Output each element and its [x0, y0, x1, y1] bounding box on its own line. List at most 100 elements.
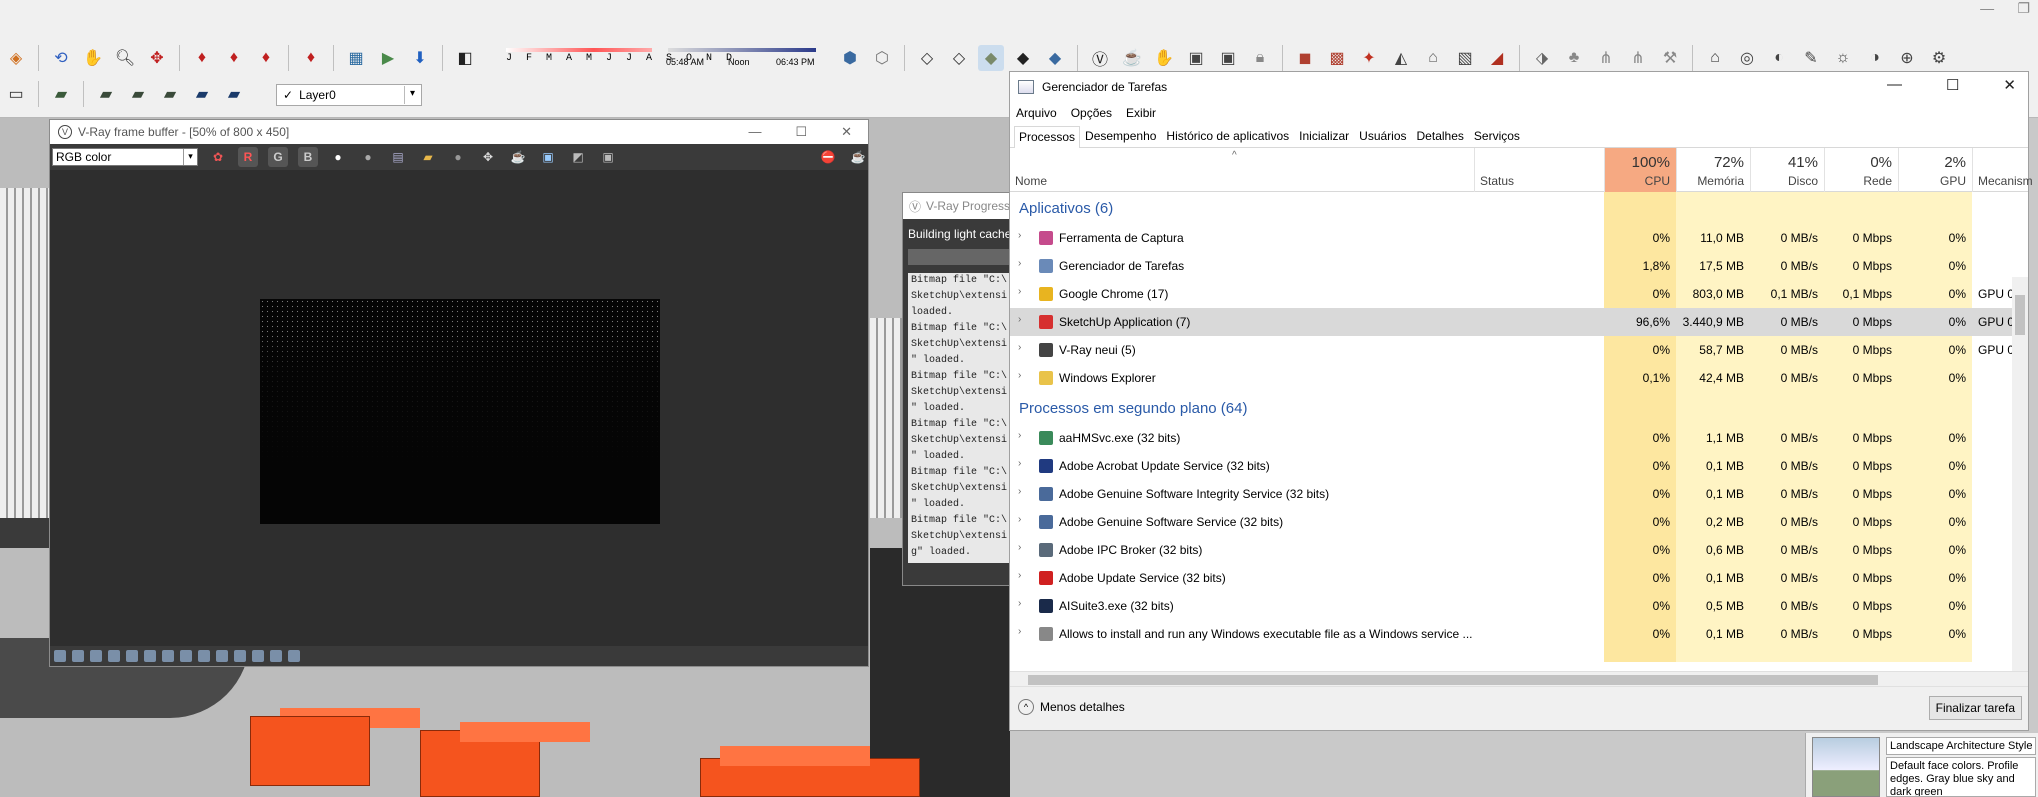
back-edges-icon[interactable]: ⬡ [869, 45, 895, 71]
end-task-button[interactable]: Finalizar tarefa [1928, 696, 2022, 720]
column-gpu[interactable]: 2% GPU [1898, 148, 1972, 192]
tab-detalhes[interactable]: Detalhes [1412, 125, 1469, 147]
tm-titlebar[interactable]: Gerenciador de Tarefas [1010, 72, 2028, 102]
process-row[interactable]: › Adobe Acrobat Update Service (32 bits) 0… [1010, 452, 2028, 480]
expand-chevron-icon[interactable]: › [1018, 430, 1021, 441]
process-row[interactable]: › Windows Explorer 0,1% 42,4 MB 0 MB/s 0 Mbps… [1010, 364, 2028, 392]
process-row[interactable]: › Adobe IPC Broker (32 bits) 0% 0,6 MB 0 MB/… [1010, 536, 2028, 564]
paint-icon[interactable]: ◈ [3, 45, 29, 71]
red-channel-button[interactable]: R [238, 147, 258, 167]
layers4-icon[interactable]: ▰ [189, 81, 215, 107]
curve-icon[interactable] [144, 650, 156, 662]
close-icon[interactable]: ✕ [841, 124, 852, 140]
position-camera-icon[interactable]: ◎ [1734, 45, 1760, 71]
layout-icon[interactable]: ▦ [343, 45, 369, 71]
tab-inicializar[interactable]: Inicializar [1294, 125, 1354, 147]
chevron-down-icon[interactable]: ▾ [183, 149, 197, 165]
warehouse-icon[interactable]: ▭ [3, 81, 29, 107]
process-row[interactable]: › SketchUp Application (7) 96,6% 3.440,9 MB… [1010, 308, 2028, 336]
balance-icon[interactable] [162, 650, 174, 662]
column-rede[interactable]: 0% Rede [1824, 148, 1898, 192]
v-split-icon[interactable] [270, 650, 282, 662]
less-details-button[interactable]: ^ Menos detalhes [1018, 699, 1125, 715]
layers5-icon[interactable]: ▰ [221, 81, 247, 107]
expand-chevron-icon[interactable]: › [1018, 626, 1021, 637]
vray-options-icon[interactable]: ▣ [1215, 45, 1241, 71]
tab-historico[interactable]: Histórico de aplicativos [1161, 125, 1294, 147]
grass2-icon[interactable]: ⋔ [1625, 45, 1651, 71]
history-icon[interactable]: ▣ [598, 147, 618, 167]
process-row[interactable]: › Adobe Update Service (32 bits) 0% 0,1 MB 0… [1010, 564, 2028, 592]
channel-select[interactable]: RGB color ▾ [52, 148, 198, 166]
vray-progress-titlebar[interactable]: Ⓥ V-Ray Progress [903, 193, 1021, 219]
vray-render-icon[interactable]: Ⓥ [1087, 45, 1113, 71]
process-row[interactable]: › AISuite3.exe (32 bits) 0% 0,5 MB 0 MB/s 0 M… [1010, 592, 2028, 620]
lens-fx-icon[interactable] [234, 650, 246, 662]
green-channel-button[interactable]: G [268, 147, 288, 167]
style-name-field[interactable]: Landscape Architecture Style [1886, 737, 2036, 755]
teapot-icon[interactable]: ☕ [508, 147, 528, 167]
expand-chevron-icon[interactable]: › [1018, 286, 1021, 297]
save-icon[interactable]: ▤ [388, 147, 408, 167]
sun-icon[interactable]: ☼ [1830, 45, 1856, 71]
tree-icon[interactable]: ♣ [1561, 45, 1587, 71]
fur-icon[interactable]: ◢ [1484, 45, 1510, 71]
expand-chevron-icon[interactable]: › [1018, 458, 1021, 469]
process-row[interactable]: › Allows to install and run any Windows e… [1010, 620, 2028, 648]
shadow-time-slider[interactable] [668, 48, 816, 52]
tab-servicos[interactable]: Serviços [1469, 125, 1525, 147]
color-channels-icon[interactable]: ✿ [208, 147, 228, 167]
style-thumbnail[interactable] [1812, 737, 1880, 797]
process-row[interactable]: › Adobe Genuine Software Integrity Servic… [1010, 480, 2028, 508]
white-circle-icon[interactable]: ● [328, 147, 348, 167]
shadows-icon[interactable]: ◧ [452, 45, 478, 71]
column-disco[interactable]: 41% Disco [1750, 148, 1824, 192]
zoom-extents-icon[interactable]: ✥ [144, 45, 170, 71]
vray-interactive-icon[interactable]: ☕ [1119, 45, 1145, 71]
process-row[interactable]: › Gerenciador de Tarefas 1,8% 17,5 MB 0 MB/s… [1010, 252, 2028, 280]
minimize-icon[interactable]: — [748, 124, 761, 140]
look-around-icon[interactable]: ◐ [1766, 45, 1792, 71]
ruby-share-icon[interactable]: ♦ [253, 45, 279, 71]
horizontal-scroll-thumb[interactable] [1028, 675, 1878, 685]
extension-warehouse-icon[interactable]: ♦ [298, 45, 324, 71]
vray-lock-icon[interactable]: 🔒︎ [1247, 45, 1273, 71]
walk-icon[interactable]: ✎ [1798, 45, 1824, 71]
maximize-icon[interactable]: ☐ [1946, 76, 1959, 94]
lut-icon[interactable] [108, 650, 120, 662]
folder-icon[interactable]: ▰ [418, 147, 438, 167]
blue-channel-button[interactable]: B [298, 147, 318, 167]
expand-chevron-icon[interactable]: › [1018, 542, 1021, 553]
section-icon[interactable]: ⬗ [1529, 45, 1555, 71]
shaded-icon[interactable]: ◆ [978, 45, 1004, 71]
light-dome-icon[interactable]: ⌂ [1420, 45, 1446, 71]
process-row[interactable]: › Adobe Genuine Software Service (32 bits… [1010, 508, 2028, 536]
gray-circle-icon[interactable]: ● [358, 147, 378, 167]
export-icon[interactable]: ▶ [375, 45, 401, 71]
process-row[interactable]: › V-Ray neui (5) 0% 58,7 MB 0 MB/s 0 Mbps 0% GP… [1010, 336, 2028, 364]
expand-chevron-icon[interactable]: › [1018, 514, 1021, 525]
expand-chevron-icon[interactable]: › [1018, 342, 1021, 353]
vertical-scrollbar[interactable] [2012, 277, 2028, 671]
layer-select[interactable]: ✓ Layer0 ▾ [276, 84, 422, 106]
tab-usuarios[interactable]: Usuários [1354, 125, 1411, 147]
minimize-icon[interactable]: — [1887, 76, 1902, 94]
track-mouse-icon[interactable]: ✥ [478, 147, 498, 167]
textured-icon[interactable]: ◆ [1010, 45, 1036, 71]
vray-vfb-icon[interactable]: ▣ [1183, 45, 1209, 71]
sphere-icon[interactable]: ◑ [1862, 45, 1888, 71]
process-row[interactable]: › Google Chrome (17) 0% 803,0 MB 0,1 MB/s 0,1… [1010, 280, 2028, 308]
download-icon[interactable]: ⬇ [407, 45, 433, 71]
expand-chevron-icon[interactable]: › [1018, 486, 1021, 497]
pixel-info-icon[interactable]: ◩ [568, 147, 588, 167]
menu-exibir[interactable]: Exibir [1126, 106, 1156, 120]
tab-desempenho[interactable]: Desempenho [1080, 125, 1161, 147]
expand-chevron-icon[interactable]: › [1018, 598, 1021, 609]
settings-icon[interactable]: ⚙ [1926, 45, 1952, 71]
pan-icon[interactable]: ✋ [80, 45, 106, 71]
xray-icon[interactable]: ⬢ [837, 45, 863, 71]
expand-chevron-icon[interactable]: › [1018, 370, 1021, 381]
render-teapot-icon[interactable]: ☕ [848, 147, 868, 167]
process-row[interactable]: › aaHMSvc.exe (32 bits) 0% 1,1 MB 0 MB/s 0 Mb… [1010, 424, 2028, 452]
compare-icon[interactable] [216, 650, 228, 662]
